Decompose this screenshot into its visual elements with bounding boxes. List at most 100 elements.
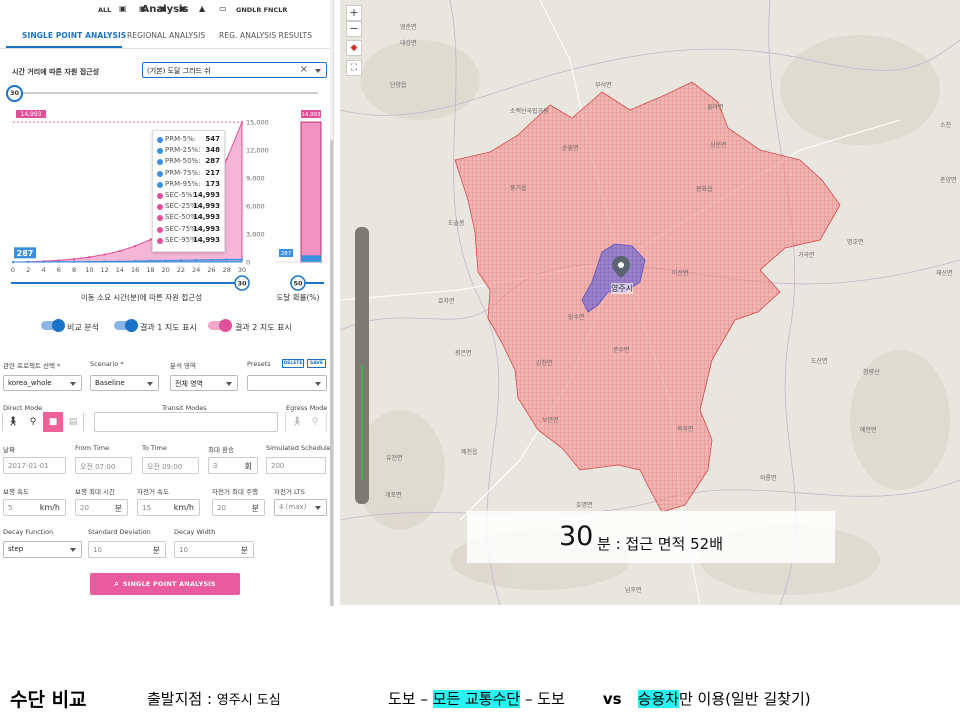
x-tick-label: 24	[192, 266, 200, 274]
bike-lts-select[interactable]: 4 (max)	[274, 499, 327, 516]
rail-icon[interactable]: ▣	[159, 4, 167, 13]
decay-width-unit: 분	[240, 546, 248, 555]
area-select-value: 전체 영역	[175, 380, 203, 388]
place-label: 효자면	[438, 298, 455, 305]
place-label: 소천	[940, 122, 952, 129]
map-time-indicator	[361, 365, 363, 480]
area-select[interactable]: 전체 영역	[170, 375, 238, 391]
transfer-input[interactable]: 3회	[208, 457, 258, 474]
walk-speed-input[interactable]: 5 km/h	[3, 499, 66, 516]
tooltip-value: 217	[205, 168, 220, 177]
to-time-input[interactable]: 오전 09:00	[142, 457, 199, 474]
save-preset-button[interactable]: SAVE	[307, 359, 326, 368]
decay-width-input[interactable]: 10 분	[174, 541, 254, 558]
toggle-knob	[125, 319, 138, 332]
ferry-icon[interactable]: ▲	[199, 4, 205, 13]
transfer-label: 최대 환승	[208, 446, 234, 454]
bus-icon[interactable]: ▣	[119, 4, 127, 13]
place-label: 명호면	[847, 239, 864, 246]
grid-select[interactable]: (기본) 도달 그리드 쉬 ×	[142, 62, 327, 78]
subway-icon[interactable]: ▣	[179, 4, 187, 13]
car-icon[interactable]: ■	[43, 412, 63, 432]
project-select-value: korea_whole	[8, 379, 52, 387]
zoom-in-button[interactable]: +	[346, 5, 362, 21]
series-dot	[157, 226, 163, 233]
tab-regional[interactable]: REGIONAL ANALYSIS	[127, 31, 205, 40]
egress-walk-icon[interactable]: 🚶︎	[287, 412, 307, 432]
delete-preset-button[interactable]: DELETE	[282, 359, 304, 368]
analysis-panel: Analysis SINGLE POINT ANALYSIS REGIONAL …	[0, 0, 334, 606]
sim-schedule-input[interactable]: 200	[266, 457, 326, 474]
place-label: 영춘면	[400, 24, 417, 31]
x-tick-label: 22	[177, 266, 185, 274]
x-tick-label: 14	[116, 266, 124, 274]
x-tick-label: 2	[26, 266, 30, 274]
tooltip-value: 14,993	[192, 224, 220, 233]
tooltip-value: 348	[205, 146, 220, 155]
clear-icon[interactable]: ×	[300, 64, 308, 75]
bike-icon[interactable]: ⚲	[23, 412, 43, 432]
tooltip-key: PRM-5%:	[165, 135, 197, 143]
x-tick-label: 30	[238, 266, 246, 274]
result2-toggle[interactable]	[208, 319, 232, 332]
caption-title: 수단 비교	[10, 689, 87, 711]
x-tick-label: 10	[85, 266, 93, 274]
panel-scrollbar[interactable]	[330, 0, 333, 606]
to-time-label: To Time	[142, 444, 167, 452]
panel-scroll-thumb[interactable]	[330, 140, 333, 606]
bike-max-input[interactable]: 20 분	[212, 499, 265, 516]
egress-bike-icon[interactable]: ⚲	[305, 412, 325, 432]
y-tick-label: 3,000	[246, 231, 265, 239]
presets-select[interactable]	[247, 375, 327, 391]
time-slider-track[interactable]	[14, 92, 318, 94]
place-label: 평은면	[455, 350, 472, 357]
bike-speed-input[interactable]: 15 km/h	[137, 499, 200, 516]
tab-single-point[interactable]: SINGLE POINT ANALYSIS	[22, 31, 126, 40]
bike-speed-unit: km/h	[173, 503, 194, 512]
cable-icon[interactable]: ▭	[219, 4, 227, 13]
tram-icon[interactable]: ▣	[139, 4, 147, 13]
date-label: 날짜	[3, 446, 15, 454]
place-label: 순흥면	[562, 145, 579, 152]
series-dot	[157, 170, 163, 177]
from-time-input[interactable]: 오전 07:00	[75, 457, 132, 474]
project-select[interactable]: korea_whole	[3, 375, 82, 391]
transit-all-button[interactable]: ALL	[98, 6, 111, 14]
place-label: 감천면	[536, 360, 553, 367]
car-rest: 만 이용(일반 길찾기)	[678, 690, 811, 708]
compare-toggle[interactable]	[41, 319, 65, 332]
bike-lts-value: 4 (max)	[279, 503, 307, 511]
x-tick-label: 18	[146, 266, 154, 274]
zoom-out-button[interactable]: −	[346, 21, 362, 37]
chevron-down-icon[interactable]	[315, 69, 321, 73]
tooltip-value: 14,993	[192, 190, 220, 199]
walk-icon[interactable]: 🚶︎	[3, 412, 23, 432]
time-slider-handle[interactable]: 30	[6, 85, 23, 102]
x-tick-label: 28	[223, 266, 231, 274]
place-label: 봉화읍	[696, 186, 713, 193]
fullscreen-icon[interactable]: ⛶	[346, 60, 362, 76]
place-label: 부석면	[595, 82, 612, 89]
bike-lts-label: 자전거 LTS	[274, 488, 305, 496]
caption-origin: 출발지점 : 영주시 도심	[147, 688, 281, 709]
single-point-analysis-button[interactable]: ⌕ SINGLE POINT ANALYSIS	[90, 573, 240, 595]
chevron-down-icon	[315, 506, 321, 510]
walk-max-label: 보행 최대 시간	[75, 488, 116, 496]
decay-select[interactable]: step	[3, 541, 82, 558]
prob-range-value: 50	[293, 280, 303, 288]
scenario-select[interactable]: Baseline	[90, 375, 159, 391]
date-input[interactable]: 2017-01-01	[3, 457, 66, 474]
bikeshare-icon[interactable]: ▤	[63, 412, 83, 432]
walk-max-input[interactable]: 20 분	[75, 499, 128, 516]
compass-icon[interactable]: ◆	[346, 40, 362, 56]
series-point	[88, 256, 91, 259]
tab-results[interactable]: REG. ANALYSIS RESULTS	[219, 31, 312, 40]
transit-extra-modes[interactable]: GNDLR FNCLR	[236, 6, 287, 14]
std-dev-input[interactable]: 10 분	[88, 541, 166, 558]
result1-toggle-label: 결과 1 지도 표시	[140, 323, 197, 332]
tooltip-value: 287	[205, 157, 220, 166]
chevron-down-icon	[70, 548, 76, 552]
result1-toggle[interactable]	[114, 319, 138, 332]
side-primary-bar	[301, 255, 321, 262]
std-dev-unit: 분	[152, 546, 160, 555]
